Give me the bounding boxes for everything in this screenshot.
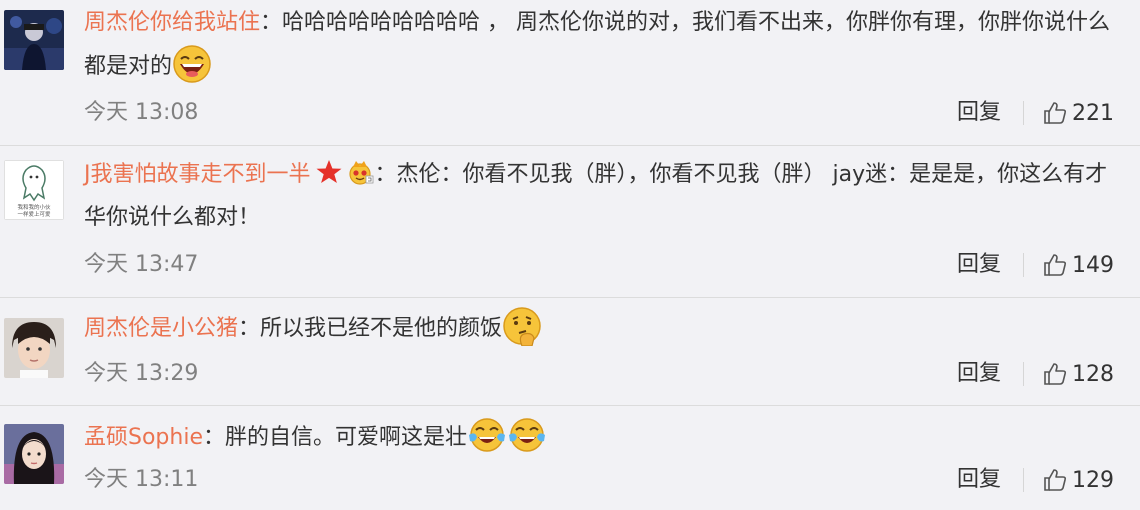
like-button[interactable]: 149: [1042, 252, 1114, 278]
thinking-face-emoji: [503, 307, 541, 346]
comment-actions: 回复 128: [957, 357, 1114, 391]
like-count: 221: [1072, 100, 1114, 126]
crown-member-badge[interactable]: [347, 158, 375, 186]
comment-meta: 今天 13:47 回复 149: [84, 248, 1114, 282]
user-name-link[interactable]: 周杰伦你给我站住: [84, 10, 260, 35]
divider: [1023, 468, 1024, 492]
user-name-link[interactable]: 孟硕Sophie: [84, 425, 203, 450]
colon: ：: [260, 10, 283, 35]
timestamp: 今天 13:08: [84, 100, 199, 125]
comment-item: 周杰伦是小公猪：所以我已经不是他的颜饭 今天 13:29 回复 128: [0, 298, 1140, 406]
timestamp: 今天 13:29: [84, 361, 199, 386]
timestamp: 今天 13:47: [84, 252, 199, 277]
comment-item: 我和我的小伙 一样爱上可爱 J我害怕故事走不到一半 ：杰伦：你看不见我（胖），你…: [0, 146, 1140, 298]
avatar-caption-line1: 我和我的小伙: [17, 203, 51, 211]
timestamp: 今天 13:11: [84, 467, 199, 492]
comment-actions: 回复 149: [957, 248, 1114, 282]
avatar[interactable]: [4, 10, 64, 70]
divider: [1023, 362, 1024, 386]
comment-content: 孟硕Sophie：胖的自信。可爱啊这是壮: [84, 415, 1114, 459]
reply-button[interactable]: 回复: [957, 248, 1001, 282]
like-button[interactable]: 221: [1042, 100, 1114, 126]
comment-content: 周杰伦你给我站住：哈哈哈哈哈哈哈哈哈 ， 周杰伦你说的对，我们看不出来，你胖你有…: [84, 1, 1114, 88]
red-star-badge[interactable]: [315, 158, 343, 186]
colon: ：: [202, 425, 225, 450]
like-button[interactable]: 128: [1042, 361, 1114, 387]
divider: [1023, 101, 1024, 125]
avatar[interactable]: [4, 318, 64, 378]
reply-button[interactable]: 回复: [957, 96, 1001, 130]
laughing-face-emoji: [173, 45, 211, 83]
comment-text: 胖的自信。可爱啊这是壮: [225, 425, 468, 450]
colon: ：: [238, 316, 261, 341]
thumbs-up-icon: [1044, 254, 1067, 276]
thumbs-up-icon: [1044, 469, 1067, 491]
comment-content: 周杰伦是小公猪：所以我已经不是他的颜饭: [84, 306, 1114, 350]
user-name-link[interactable]: J我害怕故事走不到一半: [84, 162, 311, 187]
comment-text: 所以我已经不是他的颜饭: [260, 316, 503, 341]
like-count: 149: [1072, 252, 1114, 278]
like-count: 129: [1072, 467, 1114, 493]
comment-content: J我害怕故事走不到一半 ：杰伦：你看不见我（胖），你看不见我（胖） jay迷：是…: [84, 153, 1114, 239]
reply-button[interactable]: 回复: [957, 357, 1001, 391]
thumbs-up-icon: [1044, 363, 1067, 385]
comment-list: 周杰伦你给我站住：哈哈哈哈哈哈哈哈哈 ， 周杰伦你说的对，我们看不出来，你胖你有…: [0, 0, 1140, 510]
avatar-caption-line2: 一样爱上可爱: [17, 210, 51, 218]
thumbs-up-icon: [1044, 102, 1067, 124]
user-name-link[interactable]: 周杰伦是小公猪: [84, 316, 238, 341]
comment-actions: 回复 129: [957, 463, 1114, 497]
comment-meta: 今天 13:08 回复 221: [84, 96, 1114, 130]
tears-of-joy-emoji: [509, 418, 546, 452]
tears-of-joy-emoji: [469, 418, 506, 452]
comment-meta: 今天 13:29 回复 128: [84, 357, 1114, 391]
comment-item: 孟硕Sophie：胖的自信。可爱啊这是壮 今天 13:11 回复 129: [0, 406, 1140, 510]
reply-button[interactable]: 回复: [957, 463, 1001, 497]
comment-item: 周杰伦你给我站住：哈哈哈哈哈哈哈哈哈 ， 周杰伦你说的对，我们看不出来，你胖你有…: [0, 0, 1140, 146]
comment-actions: 回复 221: [957, 96, 1114, 130]
avatar[interactable]: 我和我的小伙 一样爱上可爱: [4, 160, 64, 220]
like-button[interactable]: 129: [1042, 467, 1114, 493]
colon: ：: [374, 162, 397, 187]
comment-meta: 今天 13:11 回复 129: [84, 463, 1114, 497]
avatar[interactable]: [4, 424, 64, 484]
like-count: 128: [1072, 361, 1114, 387]
divider: [1023, 253, 1024, 277]
